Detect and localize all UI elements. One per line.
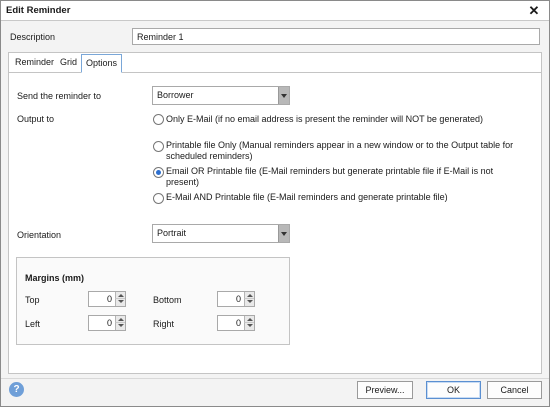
increment-button[interactable] — [244, 292, 254, 299]
increment-button[interactable] — [244, 316, 254, 323]
send-to-value: Borrower — [157, 90, 194, 100]
dropdown-button[interactable] — [278, 87, 289, 104]
margins-title: Margins (mm) — [25, 273, 85, 283]
help-icon[interactable]: ? — [9, 382, 24, 397]
send-to-dropdown[interactable]: Borrower — [152, 86, 290, 105]
description-input[interactable] — [132, 28, 540, 45]
decrement-button[interactable] — [115, 323, 125, 330]
dialog-title: Edit Reminder — [6, 5, 71, 16]
radio-email-and-printable-label: E-Mail AND Printable file (E-Mail remind… — [166, 192, 448, 202]
chevron-down-icon — [281, 94, 287, 98]
margin-bottom-stepper[interactable]: 0 — [217, 291, 255, 307]
cancel-button[interactable]: Cancel — [487, 381, 542, 399]
send-to-label: Send the reminder to — [17, 91, 102, 101]
increment-button[interactable] — [115, 316, 125, 323]
chevron-down-icon — [281, 232, 287, 236]
radio-printable-only-label: Printable file Only (Manual reminders ap… — [166, 140, 514, 150]
margin-left-label: Left — [25, 319, 41, 329]
dropdown-button[interactable] — [278, 225, 289, 242]
edit-reminder-dialog: Edit Reminder ✕ Description Reminder Gri… — [0, 0, 550, 407]
tab-reminder[interactable]: Reminder — [11, 54, 58, 72]
margin-right-label: Right — [153, 319, 175, 329]
margin-top-stepper[interactable]: 0 — [88, 291, 126, 307]
margin-top-value: 0 — [106, 294, 112, 304]
decrement-button[interactable] — [115, 299, 125, 306]
radio-only-email[interactable] — [153, 114, 164, 125]
margin-right-value: 0 — [235, 318, 241, 328]
title-bar: Edit Reminder ✕ — [1, 1, 549, 21]
margin-right-stepper[interactable]: 0 — [217, 315, 255, 331]
ok-button[interactable]: OK — [426, 381, 481, 399]
radio-email-or-printable-label: Email OR Printable file (E-Mail reminder… — [166, 166, 494, 176]
radio-email-or-printable[interactable] — [153, 167, 164, 178]
increment-button[interactable] — [115, 292, 125, 299]
radio-email-or-printable-label-cont: present) — [166, 177, 200, 187]
close-icon[interactable]: ✕ — [526, 3, 542, 19]
decrement-button[interactable] — [244, 299, 254, 306]
margin-bottom-value: 0 — [235, 294, 241, 304]
tab-options[interactable]: Options — [81, 54, 123, 73]
preview-button[interactable]: Preview... — [357, 381, 413, 399]
radio-email-and-printable[interactable] — [153, 193, 164, 204]
margin-left-value: 0 — [106, 318, 112, 328]
orientation-label: Orientation — [17, 230, 62, 240]
decrement-button[interactable] — [244, 323, 254, 330]
margin-bottom-label: Bottom — [153, 295, 182, 305]
description-label: Description — [10, 32, 56, 42]
margin-top-label: Top — [25, 295, 40, 305]
output-to-label: Output to — [17, 114, 55, 124]
radio-printable-only-label-cont: scheduled reminders) — [166, 151, 253, 161]
margin-left-stepper[interactable]: 0 — [88, 315, 126, 331]
radio-printable-only[interactable] — [153, 141, 164, 152]
orientation-dropdown[interactable]: Portrait — [152, 224, 290, 243]
radio-only-email-label: Only E-Mail (if no email address is pres… — [166, 114, 483, 124]
orientation-value: Portrait — [157, 228, 187, 238]
tab-grid[interactable]: Grid — [56, 54, 81, 72]
footer-divider — [1, 378, 549, 379]
